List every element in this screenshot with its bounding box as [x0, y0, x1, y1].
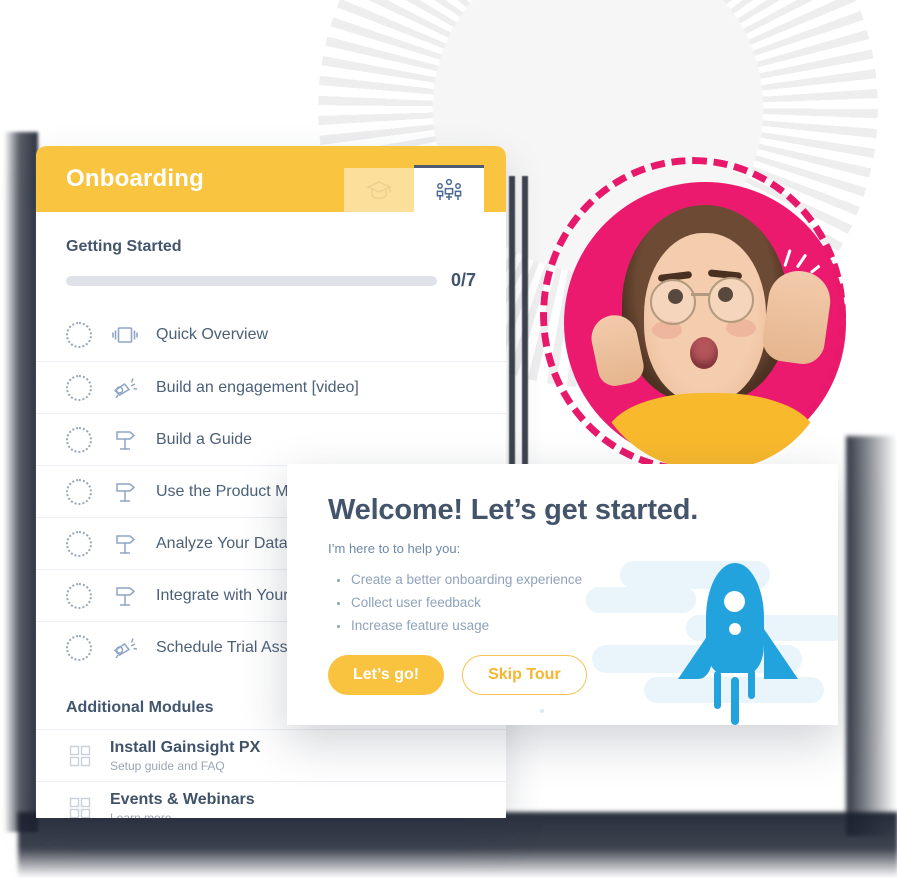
- task-label: Build a Guide: [156, 430, 253, 448]
- list-item: Create a better onboarding experience: [337, 572, 838, 587]
- task-checkbox[interactable]: [66, 426, 92, 453]
- dialog-benefit-list: Create a better onboarding experience Co…: [337, 572, 838, 633]
- task-checkbox[interactable]: [66, 530, 92, 557]
- carousel-icon: [110, 325, 140, 345]
- module-row[interactable]: Install Gainsight PX Setup guide and FAQ: [36, 729, 506, 781]
- module-row[interactable]: Events & Webinars Learn more: [36, 781, 506, 818]
- mouth: [690, 337, 718, 369]
- task-label: Integrate with Your: [156, 586, 289, 604]
- module-name: Events & Webinars: [110, 790, 255, 808]
- task-checkbox[interactable]: [66, 374, 92, 401]
- lets-go-button[interactable]: Let’s go!: [328, 655, 445, 695]
- dialog-actions: Let’s go! Skip Tour: [328, 655, 587, 695]
- task-row[interactable]: Build a Guide: [36, 413, 506, 465]
- glasses-icon: [650, 277, 762, 325]
- welcome-dialog: Welcome! Let’s get started. I’m here to …: [287, 464, 838, 725]
- signpost-icon: [110, 481, 140, 503]
- page-title: Onboarding: [66, 165, 204, 192]
- right-shadow-edge: [846, 436, 897, 836]
- rocket-flame: [748, 669, 755, 699]
- card-header: Onboarding: [36, 146, 506, 212]
- bottom-shadow-edge: [18, 812, 897, 878]
- dialog-title: Welcome! Let’s get started.: [328, 494, 699, 526]
- left-shadow-edge: [4, 132, 38, 832]
- megaphone-icon: [110, 377, 140, 399]
- signpost-icon: [110, 533, 140, 555]
- rocket-flame: [731, 677, 739, 725]
- grid-squares-icon: [66, 745, 94, 767]
- skip-tour-button[interactable]: Skip Tour: [462, 655, 587, 695]
- module-text: Install Gainsight PX Setup guide and FAQ: [110, 738, 260, 773]
- hero-illustration: [534, 157, 864, 487]
- getting-started-title: Getting Started: [66, 238, 182, 255]
- task-checkbox[interactable]: [66, 582, 92, 609]
- task-label: Quick Overview: [156, 326, 269, 343]
- graduation-cap-icon: [366, 181, 392, 200]
- task-label: Analyze Your Data: [156, 534, 288, 552]
- screenshot-stage: Onboarding Getting Started 0/7 Quick Ove…: [0, 0, 897, 878]
- signpost-icon: [110, 585, 140, 607]
- task-label: Build an engagement [video]: [156, 378, 359, 396]
- signpost-icon: [110, 429, 140, 451]
- megaphone-icon: [110, 637, 140, 659]
- woman-listening-photo: [586, 197, 836, 469]
- task-row[interactable]: Build an engagement [video]: [36, 361, 506, 413]
- progress-row: 0/7: [66, 270, 476, 291]
- list-item: Collect user feedback: [337, 595, 838, 610]
- tab-community[interactable]: [414, 165, 484, 212]
- rocket-flame: [714, 671, 721, 709]
- task-checkbox[interactable]: [66, 478, 92, 505]
- task-label: Use the Product M: [156, 482, 289, 500]
- list-item: Increase feature usage: [337, 618, 838, 633]
- task-row[interactable]: Quick Overview: [36, 309, 506, 361]
- progress-count: 0/7: [450, 270, 476, 290]
- module-subtitle: Setup guide and FAQ: [110, 759, 225, 774]
- dialog-resize-dot: [540, 709, 544, 713]
- task-checkbox[interactable]: [66, 322, 92, 348]
- task-label: Schedule Trial Ass: [156, 638, 288, 656]
- tab-bar: [344, 165, 484, 212]
- grid-squares-icon: [66, 797, 94, 819]
- progress-bar: [66, 275, 437, 286]
- module-text: Events & Webinars Learn more: [110, 790, 255, 818]
- module-name: Install Gainsight PX: [110, 738, 261, 756]
- yellow-shirt: [606, 393, 816, 469]
- task-checkbox[interactable]: [66, 634, 92, 661]
- people-group-icon: [436, 178, 462, 200]
- module-subtitle: Learn more: [110, 811, 255, 818]
- tab-education[interactable]: [344, 168, 414, 212]
